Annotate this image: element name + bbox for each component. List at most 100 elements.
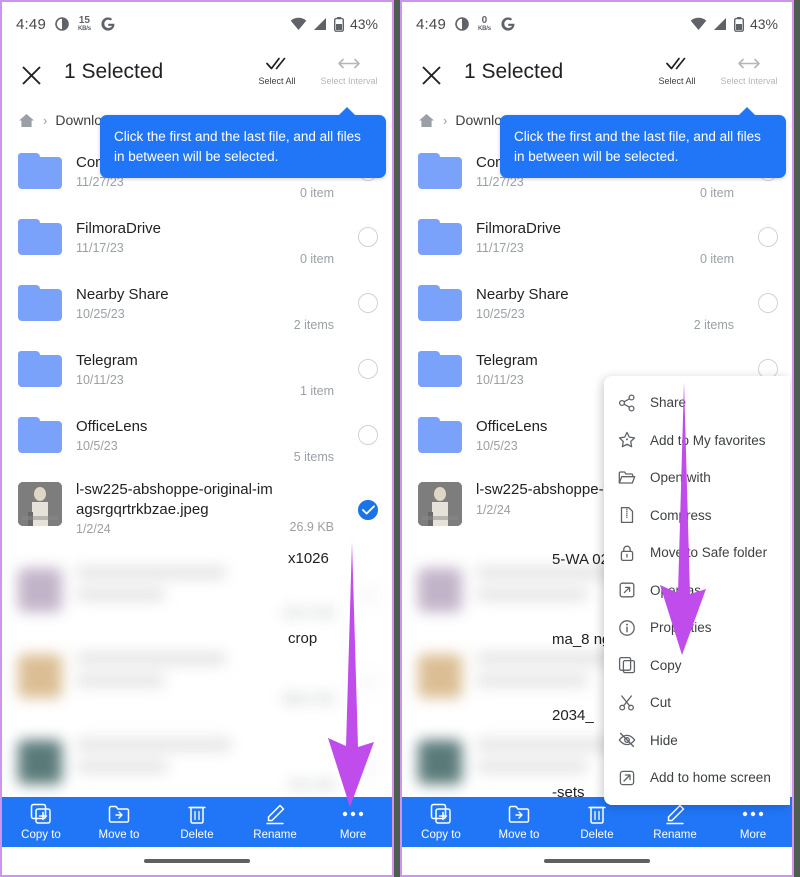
select-radio[interactable] [758, 227, 778, 247]
app-bar-actions: Select All Select Interval [646, 56, 780, 86]
select-radio[interactable] [358, 293, 378, 313]
list-item[interactable]: Nearby Share 10/25/23 2 items [2, 270, 392, 336]
select-radio-checked[interactable] [358, 500, 378, 520]
battery-percent: 43% [349, 16, 378, 32]
select-interval-button[interactable]: Select Interval [718, 56, 780, 86]
menu-item-label: Copy [650, 657, 682, 673]
file-date: 10/5/23 [76, 439, 118, 454]
menu-item-compress[interactable]: Compress [604, 497, 790, 535]
select-interval-label: Select Interval [720, 76, 778, 86]
more-button[interactable]: More [314, 803, 392, 841]
file-meta: 0 item [699, 186, 734, 200]
image-thumbnail [418, 654, 462, 698]
file-name: Telegram [476, 351, 538, 369]
signal-icon [313, 18, 326, 30]
image-thumbnail [18, 740, 62, 784]
page-title: 1 Selected [464, 60, 564, 83]
status-bar: 4:49 0 KB/s 43% [402, 2, 792, 46]
rename-button[interactable]: Rename [236, 803, 314, 841]
move-to-button[interactable]: Move to [80, 803, 158, 841]
menu-item-label: Open with [650, 470, 711, 486]
battery-icon [733, 16, 744, 32]
context-menu[interactable]: Share Add to My favorites Open with Comp… [604, 376, 790, 805]
signal-icon [713, 18, 726, 30]
move-to-button[interactable]: Move to [480, 803, 558, 841]
more-label: More [739, 829, 767, 841]
select-radio[interactable] [358, 672, 378, 692]
pencil-icon [266, 804, 285, 825]
select-radio[interactable] [358, 586, 378, 606]
home-icon[interactable] [18, 113, 35, 128]
menu-item-open-with[interactable]: Open with [604, 459, 790, 497]
select-radio[interactable] [758, 293, 778, 313]
select-radio[interactable] [358, 227, 378, 247]
close-selection-button[interactable] [414, 58, 448, 92]
home-gesture-pill[interactable] [144, 859, 250, 863]
coach-tooltip-text: Click the first and the last file, and a… [514, 129, 761, 164]
system-nav-bar [2, 847, 392, 875]
data-rate-unit: KB/s [478, 26, 491, 32]
folder-icon [418, 351, 462, 387]
system-nav-bar [402, 847, 792, 875]
file-date: 1/2/24 [76, 522, 111, 536]
share-nodes-icon [618, 394, 635, 412]
more-button[interactable]: More [714, 803, 792, 841]
copy-to-icon [30, 803, 51, 824]
list-item[interactable]: 224.2 KB [2, 554, 392, 640]
folder-icon [18, 153, 62, 189]
select-all-button[interactable]: Select All [646, 56, 708, 86]
select-radio[interactable] [358, 758, 378, 778]
lock-icon [620, 545, 634, 561]
menu-item-add-to-home-screen[interactable]: Add to home screen [604, 759, 790, 797]
file-list[interactable]: ComposeDemo 11/27/23 0 item FilmoraDrive… [2, 138, 392, 875]
wifi-icon [290, 17, 307, 30]
file-date-obscured [476, 760, 589, 773]
home-gesture-pill[interactable] [544, 859, 650, 863]
copy-to-label: Copy to [21, 829, 61, 841]
rename-button[interactable]: Rename [636, 803, 714, 841]
delete-button[interactable]: Delete [558, 803, 636, 841]
list-item[interactable]: FilmoraDrive 11/17/23 0 item [2, 204, 392, 270]
file-meta: 26.9 KB [289, 520, 334, 534]
delete-button[interactable]: Delete [158, 803, 236, 841]
file-meta: 0 item [299, 252, 334, 266]
zip-file-icon [620, 507, 634, 524]
list-item[interactable]: FilmoraDrive 11/17/23 0 item [402, 204, 792, 270]
menu-item-add-to-my-favorites[interactable]: Add to My favorites [604, 422, 790, 460]
coach-tooltip: Click the first and the last file, and a… [500, 106, 786, 179]
info-circle-icon [619, 619, 635, 636]
trash-icon [588, 806, 606, 824]
file-date: 10/25/23 [76, 307, 125, 322]
rename-label: Rename [653, 829, 697, 841]
home-icon[interactable] [418, 113, 435, 128]
select-interval-button[interactable]: Select Interval [318, 56, 380, 86]
menu-item-hide[interactable]: Hide [604, 722, 790, 760]
select-radio[interactable] [358, 425, 378, 445]
menu-item-cut[interactable]: Cut [604, 684, 790, 722]
app-bar: 1 Selected Select All Select Interval [2, 46, 392, 108]
menu-item-label: Move to Safe folder [650, 545, 768, 561]
file-meta: 0 item [699, 252, 734, 266]
select-radio[interactable] [358, 359, 378, 379]
menu-item-share[interactable]: Share [604, 384, 790, 422]
menu-item-move-to-safe-folder[interactable]: Move to Safe folder [604, 534, 790, 572]
select-all-button[interactable]: Select All [246, 56, 308, 86]
close-selection-button[interactable] [14, 58, 48, 92]
menu-item-properties[interactable]: Properties [604, 609, 790, 647]
list-item[interactable]: 888.4 KB [2, 640, 392, 726]
list-item[interactable]: OfficeLens 10/5/23 5 items [2, 402, 392, 468]
copy-to-button[interactable]: Copy to [402, 803, 480, 841]
menu-item-copy[interactable]: Copy [604, 647, 790, 685]
copy-to-button[interactable]: Copy to [2, 803, 80, 841]
list-item-selected[interactable]: l-sw225-abshoppe-original-imagsrgqrtrkbz… [2, 468, 392, 554]
menu-item-label: Share [650, 395, 687, 411]
select-interval-label: Select Interval [320, 76, 378, 86]
action-toolbar: Copy to Move to Delete Rename More [2, 797, 392, 847]
breadcrumb-separator: › [43, 112, 48, 128]
list-item[interactable]: Telegram 10/11/23 1 item [2, 336, 392, 402]
comparison-screenshot: 4:49 15 KB/s 43% 1 Selected Select All S… [0, 0, 800, 877]
image-thumbnail [18, 568, 62, 612]
check-icon [361, 505, 375, 515]
menu-item-open-as[interactable]: Open as [604, 572, 790, 610]
list-item[interactable]: Nearby Share 10/25/23 2 items [402, 270, 792, 336]
